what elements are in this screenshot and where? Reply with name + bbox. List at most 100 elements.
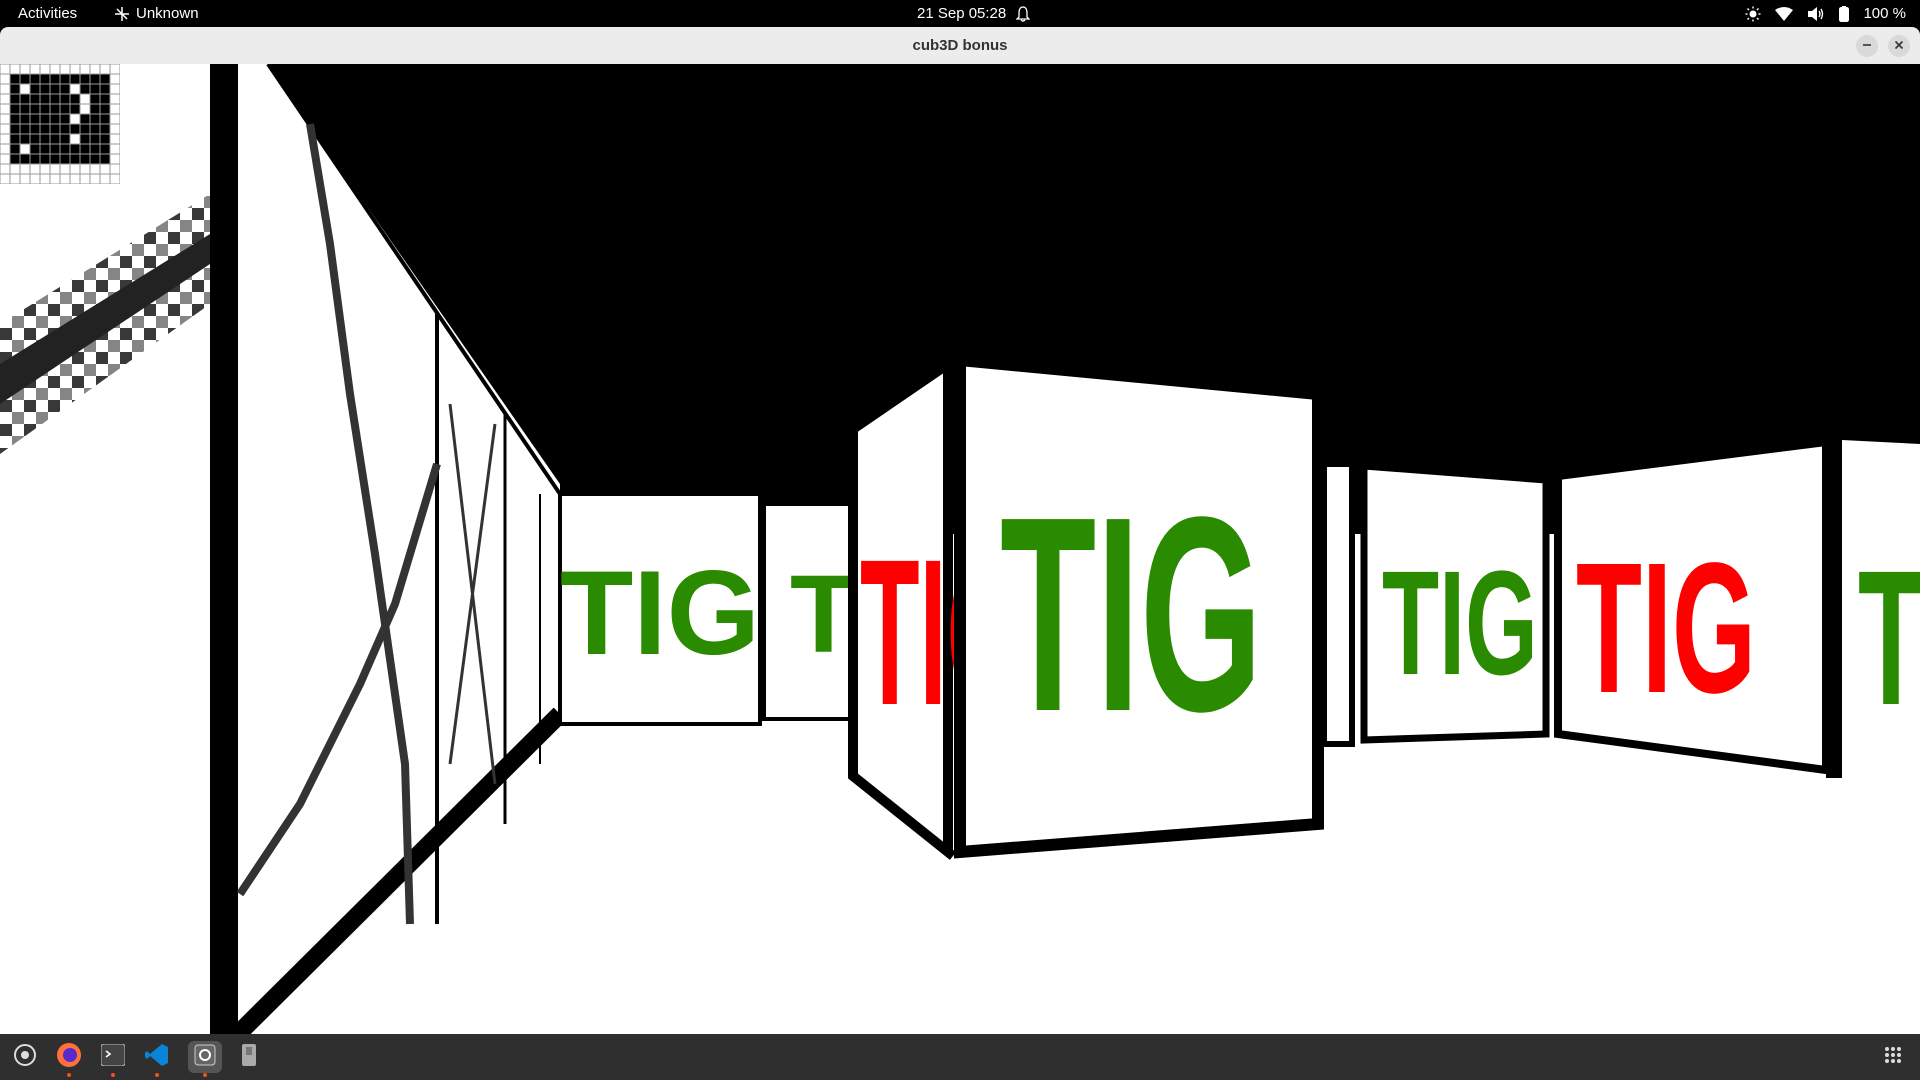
minimap-floor-cell <box>60 124 70 134</box>
dock-usb[interactable] <box>232 1041 266 1073</box>
minimap-floor-cell <box>100 144 110 154</box>
dock-vscode[interactable] <box>140 1041 174 1077</box>
top-bar: Activities Unknown 21 Sep 05:28 100 % <box>0 0 1920 27</box>
volume-icon <box>1807 6 1825 22</box>
dock-terminal[interactable] <box>96 1041 130 1077</box>
minimap-wall-cell <box>20 84 30 94</box>
minimap-floor-cell <box>10 114 20 124</box>
minimap-floor-cell <box>100 84 110 94</box>
activities-button[interactable]: Activities <box>18 0 77 27</box>
minimap-wall-cell <box>80 174 90 184</box>
minimap-floor-cell <box>70 154 80 164</box>
left-near-wall <box>0 64 238 1034</box>
minimap-wall-cell <box>0 114 10 124</box>
minimap-floor-cell <box>20 154 30 164</box>
bell-icon <box>1016 5 1031 22</box>
minimap-floor-cell <box>70 104 80 114</box>
minimap-wall-cell <box>30 174 40 184</box>
minimap-wall-cell <box>110 104 120 114</box>
wifi-icon <box>1775 6 1794 21</box>
minimap-floor-cell <box>100 124 110 134</box>
minimap-wall-cell <box>90 64 100 74</box>
minimap-floor-cell <box>20 134 30 144</box>
show-apps-icon <box>1884 1046 1902 1069</box>
minimap-wall-cell <box>70 164 80 174</box>
minimap-floor-cell <box>50 134 60 144</box>
minimap-floor-cell <box>10 144 20 154</box>
minimap-floor-cell <box>40 104 50 114</box>
minimap-wall-cell <box>0 94 10 104</box>
minimap-floor-cell <box>100 134 110 144</box>
minimap-wall-cell <box>20 144 30 154</box>
minimap-floor-cell <box>50 104 60 114</box>
minimap-floor-cell <box>50 144 60 154</box>
minimap-wall-cell <box>0 124 10 134</box>
game-viewport[interactable]: TIG TI TIG TIG TIG TIG T <box>0 64 1920 1034</box>
minimap-floor-cell <box>70 144 80 154</box>
minimap-wall-cell <box>0 134 10 144</box>
minimap-floor-cell <box>50 154 60 164</box>
minimap-floor-cell <box>10 74 20 84</box>
minimap-floor-cell <box>10 84 20 94</box>
minimap-wall-cell <box>30 164 40 174</box>
show-apps-button[interactable] <box>1876 1041 1910 1073</box>
minimap-floor-cell <box>30 94 40 104</box>
minimap-floor-cell <box>40 114 50 124</box>
minimap-floor-cell <box>50 74 60 84</box>
cub3d-app-icon <box>194 1044 216 1071</box>
minimap-floor-cell <box>60 74 70 84</box>
minimap-wall-cell <box>0 104 10 114</box>
minimap-floor-cell <box>10 124 20 134</box>
minimap-wall-cell <box>80 164 90 174</box>
minimap-floor-cell <box>50 114 60 124</box>
minimap-wall-cell <box>80 104 90 114</box>
minimap-floor-cell <box>100 74 110 84</box>
clock[interactable]: 21 Sep 05:28 <box>917 0 1031 27</box>
minimap-floor-cell <box>90 114 100 124</box>
minimap-wall-cell <box>40 164 50 174</box>
dock-firefox[interactable] <box>52 1041 86 1077</box>
minimap-floor-cell <box>100 104 110 114</box>
minimap-wall-cell <box>0 154 10 164</box>
minimap-wall-cell <box>110 164 120 174</box>
minimap-wall-cell <box>50 174 60 184</box>
minimap-wall-cell <box>100 174 110 184</box>
settings-icon <box>13 1043 37 1072</box>
brightness-icon <box>1745 6 1761 22</box>
minimap-floor-cell <box>30 74 40 84</box>
dock-settings[interactable] <box>8 1041 42 1073</box>
close-icon <box>1894 37 1904 55</box>
minimap-wall-cell <box>0 84 10 94</box>
minimap-wall-cell <box>100 164 110 174</box>
minimap-floor-cell <box>30 84 40 94</box>
dock-cub3d[interactable] <box>188 1041 222 1077</box>
minimap-floor-cell <box>80 124 90 134</box>
close-button[interactable] <box>1888 35 1910 57</box>
minimap-floor-cell <box>10 154 20 164</box>
minimize-button[interactable] <box>1856 35 1878 57</box>
terminal-icon <box>100 1043 126 1071</box>
minimap-wall-cell <box>10 174 20 184</box>
minimap-floor-cell <box>80 114 90 124</box>
minimap-wall-cell <box>20 174 30 184</box>
minimap-floor-cell <box>40 134 50 144</box>
minimap-wall-cell <box>70 134 80 144</box>
minimap-floor-cell <box>70 124 80 134</box>
minimap-floor-cell <box>30 134 40 144</box>
minimap-wall-cell <box>80 64 90 74</box>
minimap-wall-cell <box>110 134 120 144</box>
window-titlebar[interactable]: cub3D bonus <box>0 27 1920 65</box>
minimap-wall-cell <box>10 64 20 74</box>
minimap-wall-cell <box>110 114 120 124</box>
minimap-floor-cell <box>100 94 110 104</box>
app-menu[interactable]: Unknown <box>114 0 199 27</box>
minimap-wall-cell <box>90 174 100 184</box>
minimap-floor-cell <box>100 114 110 124</box>
firefox-icon <box>56 1042 82 1073</box>
minimap-floor-cell <box>90 134 100 144</box>
center-cube: TIG TIG <box>848 353 1324 860</box>
minimap <box>0 64 120 184</box>
system-tray[interactable]: 100 % <box>1745 0 1906 27</box>
minimap-floor-cell <box>80 74 90 84</box>
battery-label: 100 % <box>1863 5 1906 22</box>
